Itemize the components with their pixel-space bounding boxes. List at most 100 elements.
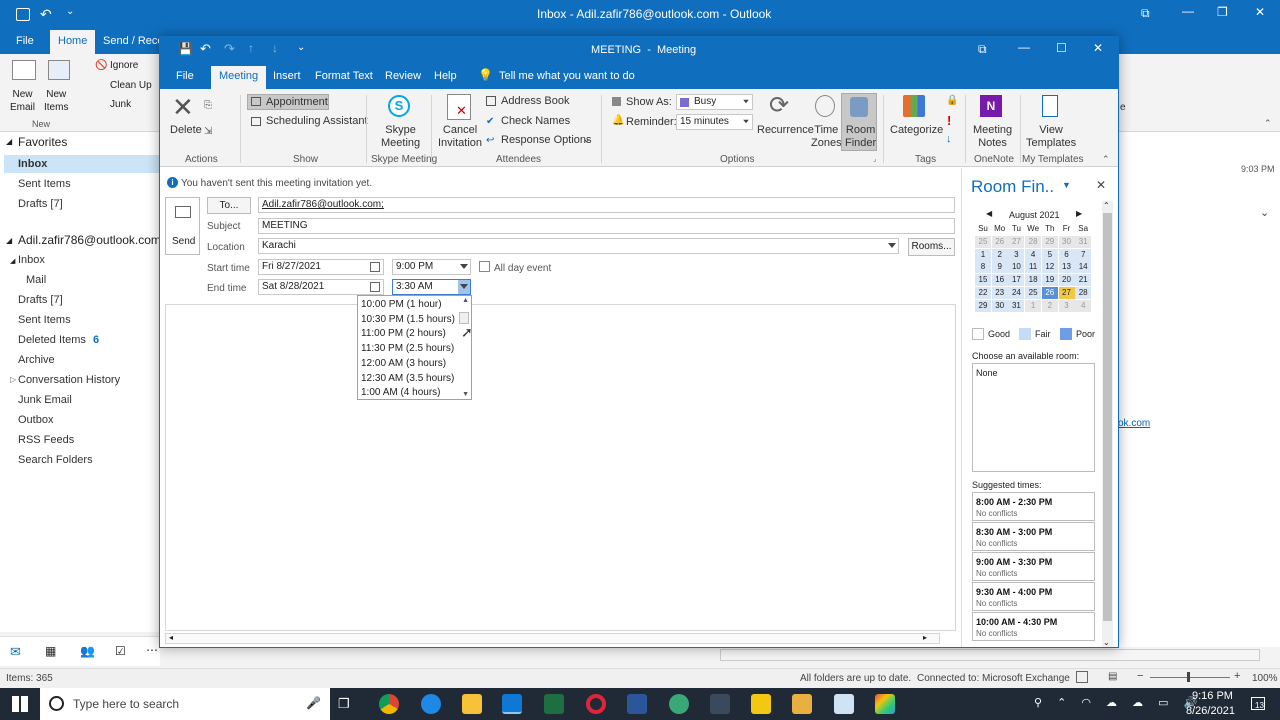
meeting-body[interactable]: [165, 304, 956, 631]
folder-sent-items[interactable]: Sent Items: [18, 314, 71, 326]
meeting-tab-insert[interactable]: Insert: [273, 70, 301, 82]
chrome-icon[interactable]: [379, 694, 399, 714]
room-none[interactable]: None: [976, 368, 998, 378]
calendar-day[interactable]: 29: [1041, 236, 1058, 248]
calendar-day[interactable]: 31: [1008, 299, 1025, 312]
meeting-close-icon[interactable]: ✕: [1093, 41, 1103, 55]
calendar-day[interactable]: 19: [1041, 274, 1058, 287]
customize-qat-icon[interactable]: ⌄: [297, 42, 305, 53]
close-icon[interactable]: ✕: [1255, 5, 1265, 19]
start-time-field[interactable]: 9:00 PM: [392, 259, 471, 275]
calendar-day[interactable]: 3: [1008, 248, 1025, 261]
end-time-dropdown[interactable]: 10:00 PM (1 hour) 10:30 PM (1.5 hours) 11:…: [357, 295, 473, 400]
calendar-day[interactable]: 9: [991, 261, 1008, 274]
suggested-time-item[interactable]: 9:30 AM - 4:00 PM No conflicts: [972, 582, 1095, 611]
folder-outbox[interactable]: Outbox: [18, 414, 53, 426]
file-explorer-icon[interactable]: [462, 694, 482, 714]
task-view-icon[interactable]: ❐: [338, 696, 350, 712]
meeting-maximize-icon[interactable]: ☐: [1056, 41, 1067, 55]
room-finder-close-icon[interactable]: ✕: [1096, 178, 1106, 192]
rf-scroll-up-icon[interactable]: ⌃: [1103, 201, 1110, 210]
dropdown-scroll-thumb[interactable]: [459, 312, 469, 324]
tell-me-search[interactable]: Tell me what you want to do: [499, 70, 635, 82]
calendar-day[interactable]: 5: [1041, 248, 1058, 261]
app-window-icon[interactable]: [834, 694, 854, 714]
calendar-day[interactable]: 1: [975, 248, 991, 261]
delete-button[interactable]: Delete: [170, 124, 202, 137]
collapse-ribbon-icon[interactable]: ⌃: [1102, 154, 1110, 165]
end-time-option[interactable]: 12:30 AM (3.5 hours): [361, 373, 454, 384]
up-arrow-icon[interactable]: ↑: [248, 41, 254, 55]
calendar-day[interactable]: 2: [1041, 299, 1058, 312]
calendar-day[interactable]: 2: [991, 248, 1008, 261]
move-icon[interactable]: ⇲: [204, 126, 212, 137]
meeting-tab-review[interactable]: Review: [385, 70, 421, 82]
end-time-field[interactable]: 3:30 AM: [392, 279, 471, 295]
favorite-inbox[interactable]: Inbox: [4, 155, 160, 173]
junk-button[interactable]: Junk: [110, 99, 131, 110]
calendar-day[interactable]: 27: [1058, 286, 1075, 299]
folder-junk-email[interactable]: Junk Email: [18, 394, 72, 406]
zoom-out-icon[interactable]: −: [1137, 670, 1143, 682]
undo-icon[interactable]: ↶: [40, 6, 52, 23]
low-importance-icon[interactable]: ↓: [946, 133, 952, 145]
people-module-icon[interactable]: 👥: [80, 644, 95, 658]
scheduling-assistant-button[interactable]: Scheduling Assistant: [266, 115, 368, 128]
edge-icon[interactable]: [421, 694, 441, 714]
calendar-day[interactable]: 7: [1075, 248, 1092, 261]
send-button[interactable]: Send: [165, 197, 200, 255]
calendar-day[interactable]: 26: [1041, 286, 1058, 299]
calendar-day[interactable]: 18: [1025, 274, 1042, 287]
meeting-minimize-icon[interactable]: —: [1018, 40, 1030, 54]
calendar-day[interactable]: 3: [1058, 299, 1075, 312]
calendar-day[interactable]: 4: [1025, 248, 1042, 261]
meeting-tab-file[interactable]: File: [176, 70, 194, 82]
tab-file[interactable]: File: [16, 35, 34, 47]
dropdown-scroll-down-icon[interactable]: ▼: [462, 391, 469, 398]
normal-view-icon[interactable]: [1076, 671, 1088, 683]
calendar-day[interactable]: 15: [975, 274, 991, 287]
calendar-day[interactable]: 8: [975, 261, 991, 274]
calendar-day[interactable]: 14: [1075, 261, 1092, 274]
subject-field[interactable]: MEETING: [258, 218, 955, 234]
start-time-arrow-icon[interactable]: [460, 264, 468, 269]
all-day-checkbox[interactable]: [479, 261, 490, 272]
calendar-day[interactable]: 6: [1058, 248, 1075, 261]
favorite-sent-items[interactable]: Sent Items: [18, 178, 71, 190]
calendar-next-icon[interactable]: ▶: [1076, 209, 1082, 218]
app-green-icon[interactable]: [669, 694, 689, 714]
reading-pane-link[interactable]: ok.com: [1118, 418, 1150, 429]
opera-icon[interactable]: [586, 694, 606, 714]
excel-icon[interactable]: [544, 694, 564, 714]
options-launcher-icon[interactable]: ⌟: [873, 155, 876, 163]
response-options-button[interactable]: Response Options: [501, 134, 592, 147]
skype-meeting-button[interactable]: Skype Meeting: [381, 124, 420, 150]
high-importance-icon[interactable]: !: [947, 113, 951, 128]
calendar-day[interactable]: 20: [1058, 274, 1075, 287]
to-button[interactable]: To...: [207, 197, 251, 214]
account-header[interactable]: Adil.zafir786@outlook.com: [18, 233, 161, 247]
rf-scroll-thumb[interactable]: [1103, 213, 1112, 621]
private-lock-icon[interactable]: 🔒: [946, 95, 958, 106]
calendar-day[interactable]: 28: [1075, 286, 1092, 299]
address-book-button[interactable]: Address Book: [501, 95, 569, 108]
redo-icon[interactable]: ↷: [224, 41, 235, 57]
view-templates-button[interactable]: View Templates: [1026, 124, 1076, 150]
calendar-day[interactable]: 29: [975, 299, 991, 312]
calendar-day[interactable]: 23: [991, 286, 1008, 299]
calendar-day[interactable]: 26: [991, 236, 1008, 248]
horizontal-scrollbar[interactable]: [720, 649, 1260, 661]
quick-access-icon[interactable]: ⌄: [66, 6, 74, 17]
end-time-option[interactable]: 12:00 AM (3 hours): [361, 358, 446, 369]
zoom-slider[interactable]: [1150, 677, 1230, 678]
end-calendar-icon[interactable]: [370, 282, 380, 292]
rooms-button[interactable]: Rooms...: [908, 238, 955, 256]
folder-rss-feeds[interactable]: RSS Feeds: [18, 434, 74, 446]
taskbar-date[interactable]: 8/26/2021: [1186, 705, 1235, 717]
calendar-day[interactable]: 21: [1075, 274, 1092, 287]
reminder-select[interactable]: 15 minutes: [676, 114, 753, 130]
tab-send-receive[interactable]: Send / Recei: [103, 35, 166, 47]
folder-deleted-items[interactable]: Deleted Items 6: [18, 334, 99, 346]
ribbon-collapse-icon[interactable]: ⌃: [1264, 118, 1272, 129]
minimize-icon[interactable]: —: [1182, 4, 1194, 18]
